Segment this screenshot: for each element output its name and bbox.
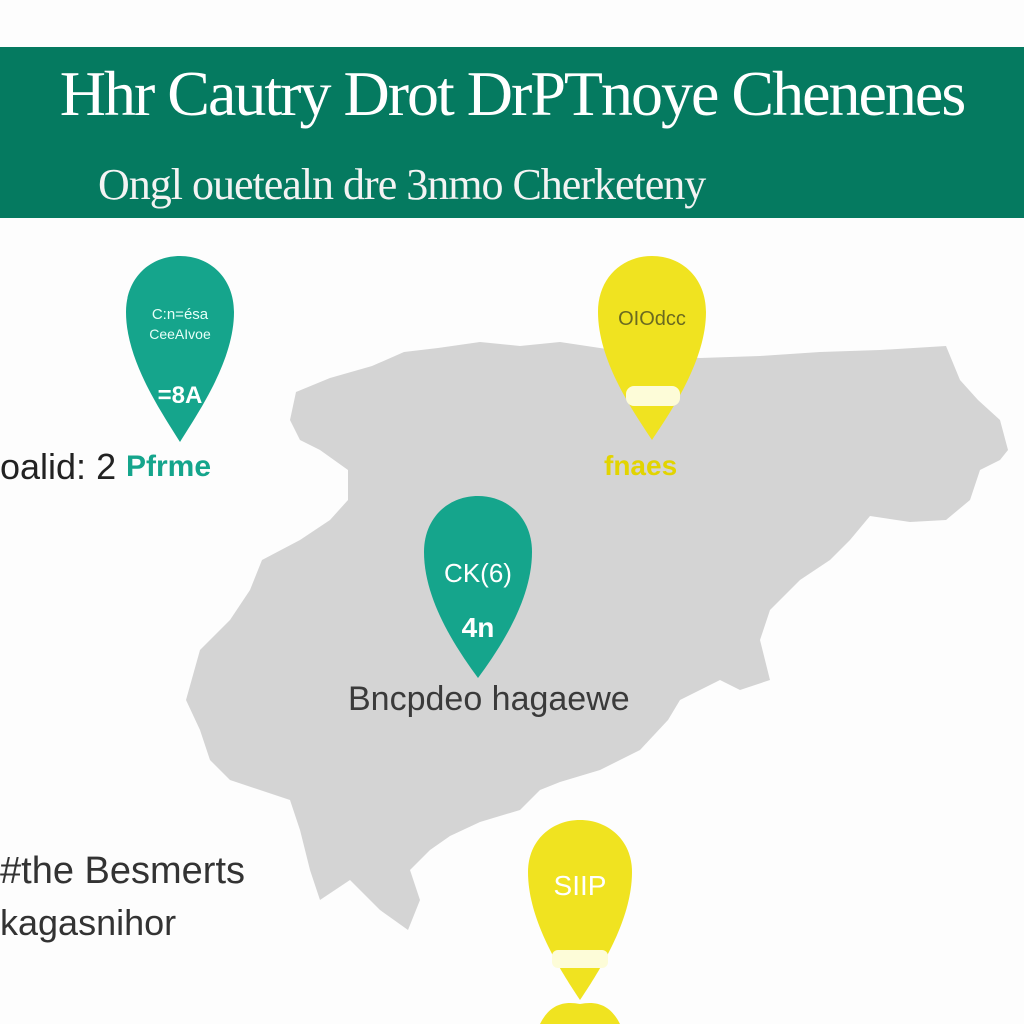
center-label: Bncpdeo hagaewe bbox=[348, 680, 630, 718]
pin-1-bottom-text: =8A bbox=[157, 382, 203, 409]
pin-1-top-text: C:n=ésa bbox=[151, 306, 209, 323]
pin-1-caption: Pfrme bbox=[126, 450, 212, 483]
infographic: Hhr Cautry Drot DrPTnoye Chenenes Ongl o… bbox=[0, 0, 1024, 1024]
pin-band bbox=[626, 386, 680, 406]
map-pin-teal-icon[interactable] bbox=[126, 256, 234, 442]
pin-3-bottom-text: 4n bbox=[461, 612, 495, 643]
pin-1-mid-text: CeeAIvoe bbox=[149, 326, 211, 342]
left-label: oalid: 2 bbox=[0, 446, 117, 487]
bottom-label-line-1: #the Besmerts bbox=[0, 850, 245, 892]
map-pin-yellow-icon[interactable] bbox=[528, 820, 632, 1000]
pin-tail-icon bbox=[540, 1002, 620, 1024]
pin-2-caption: fnaes bbox=[604, 450, 678, 481]
bottom-label-line-2: kagasnihor bbox=[0, 902, 177, 943]
pin-band bbox=[552, 950, 608, 968]
pin-2-top-text: OIOdcc bbox=[618, 308, 686, 330]
pin-3-top-text: CK(6) bbox=[444, 558, 512, 588]
pin-4-top-text: SIIP bbox=[553, 870, 607, 901]
